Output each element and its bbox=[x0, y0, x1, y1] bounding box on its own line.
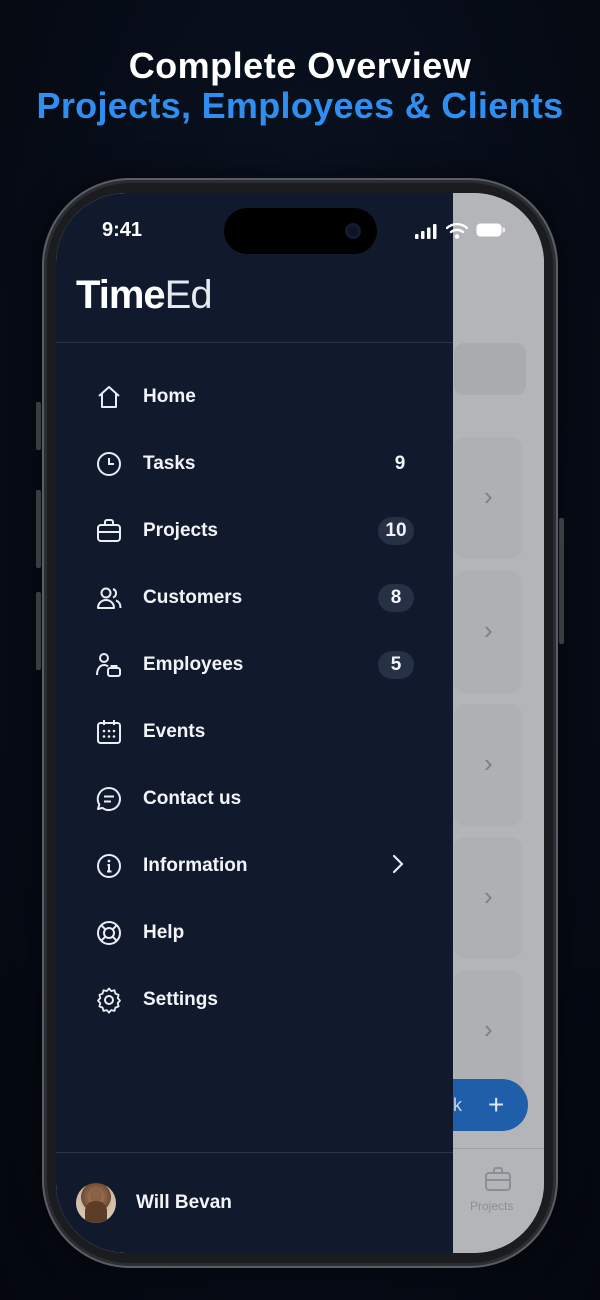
avatar bbox=[76, 1183, 116, 1223]
gear-icon bbox=[94, 985, 124, 1015]
menu-label: Events bbox=[143, 721, 206, 742]
headline-title: Complete Overview bbox=[128, 45, 472, 86]
menu-label: Help bbox=[143, 922, 185, 943]
employees-icon bbox=[94, 650, 124, 680]
headline-subtitle: Projects, Employees & Clients bbox=[36, 85, 564, 126]
phone-screen: › › › › › sk + Projects 9:41 TimeEd Home… bbox=[56, 193, 544, 1253]
menu-item-settings[interactable]: Settings bbox=[94, 978, 414, 1022]
clock-icon bbox=[94, 449, 124, 479]
menu-item-tasks[interactable]: Tasks 9 bbox=[94, 442, 414, 486]
menu-item-employees[interactable]: Employees 5 bbox=[94, 643, 414, 687]
wifi-icon bbox=[446, 223, 468, 239]
chevron-right-icon: › bbox=[484, 615, 493, 645]
menu-label: Contact us bbox=[143, 788, 242, 809]
calendar-icon bbox=[94, 717, 124, 747]
menu-label: Settings bbox=[143, 989, 218, 1010]
volume-down-button bbox=[36, 592, 41, 670]
briefcase-icon bbox=[485, 1167, 511, 1191]
menu-label: Customers bbox=[143, 587, 243, 608]
menu-label: Projects bbox=[143, 520, 218, 541]
menu-item-events[interactable]: Events bbox=[94, 710, 414, 754]
chevron-right-icon: › bbox=[484, 481, 493, 511]
tasks-count: 9 bbox=[394, 453, 406, 474]
logo-bold-text: Time bbox=[76, 273, 166, 317]
menu-item-help[interactable]: Help bbox=[94, 911, 414, 955]
user-profile[interactable]: Will Bevan bbox=[76, 1183, 232, 1223]
plus-icon: + bbox=[488, 1089, 505, 1120]
logo-thin-text: Ed bbox=[164, 273, 213, 317]
menu-item-customers[interactable]: Customers 8 bbox=[94, 576, 414, 620]
chevron-right-icon: › bbox=[484, 881, 493, 911]
menu-item-home[interactable]: Home bbox=[94, 375, 414, 419]
menu-label: Home bbox=[143, 386, 196, 407]
volume-up-button bbox=[36, 490, 41, 568]
dynamic-island bbox=[224, 208, 377, 254]
info-icon bbox=[94, 851, 124, 881]
menu-item-information[interactable]: Information bbox=[94, 844, 414, 888]
navigation-drawer: 9:41 TimeEd Home Tasks 9 Projects 10 Cus… bbox=[56, 193, 453, 1253]
employees-count-badge: 5 bbox=[378, 651, 414, 679]
home-icon bbox=[94, 382, 124, 412]
signal-icon bbox=[415, 224, 437, 239]
chevron-right-icon: › bbox=[484, 1014, 493, 1044]
menu-item-projects[interactable]: Projects 10 bbox=[94, 509, 414, 553]
menu-label: Information bbox=[143, 855, 248, 876]
divider bbox=[56, 342, 453, 343]
app-logo: TimeEd bbox=[76, 273, 213, 318]
chevron-right-icon bbox=[390, 852, 406, 881]
camera-icon bbox=[345, 223, 361, 239]
status-time: 9:41 bbox=[102, 219, 143, 241]
menu-label: Tasks bbox=[143, 453, 196, 474]
projects-count-badge: 10 bbox=[378, 517, 414, 545]
menu-item-contact-us[interactable]: Contact us bbox=[94, 777, 414, 821]
headline: Complete Overview Projects, Employees & … bbox=[0, 46, 600, 126]
tab-projects-label[interactable]: Projects bbox=[470, 1199, 513, 1213]
chevron-right-icon: › bbox=[484, 748, 493, 778]
users-icon bbox=[94, 583, 124, 613]
battery-icon bbox=[476, 223, 505, 237]
chat-icon bbox=[94, 784, 124, 814]
briefcase-icon bbox=[94, 516, 124, 546]
customers-count-badge: 8 bbox=[378, 584, 414, 612]
divider bbox=[56, 1152, 453, 1153]
lifebuoy-icon bbox=[94, 918, 124, 948]
user-name: Will Bevan bbox=[136, 1192, 232, 1213]
mute-switch bbox=[36, 402, 41, 450]
menu-label: Employees bbox=[143, 654, 244, 675]
power-button bbox=[559, 518, 564, 644]
background-search-bar bbox=[454, 343, 526, 395]
